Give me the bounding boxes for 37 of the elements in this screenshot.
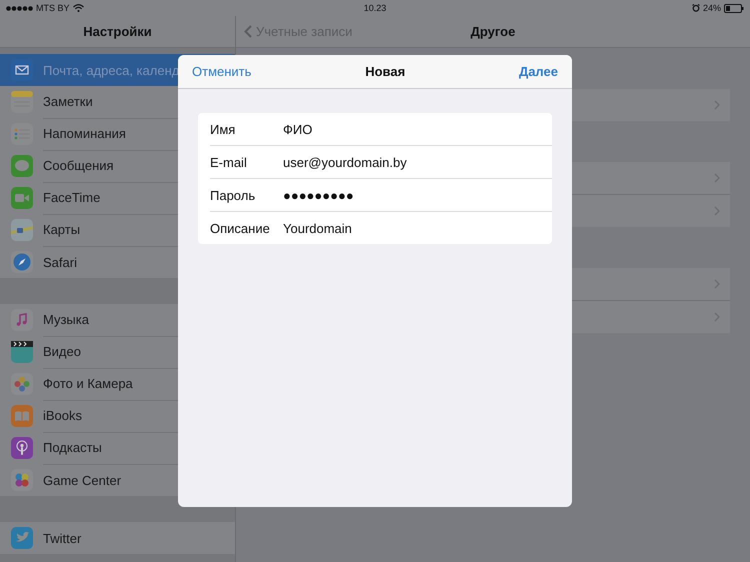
wifi-icon [72, 4, 84, 12]
field-label: Имя [210, 122, 236, 136]
list-icon [11, 123, 33, 145]
bird-icon [11, 527, 33, 549]
clapperboard-icon [11, 341, 33, 363]
settings-item[interactable]: Safari [0, 246, 235, 278]
settings-item[interactable]: Game Center [0, 464, 235, 496]
video-camera-icon [11, 187, 33, 209]
book-icon [11, 405, 33, 427]
notepad-icon [11, 91, 33, 113]
map-icon [11, 219, 33, 241]
speech-bubble-icon [11, 155, 33, 177]
field-label: Описание [210, 220, 271, 236]
input-field[interactable]: user@yourdomain.by [283, 154, 552, 170]
battery-percent: 24% [702, 3, 721, 13]
envelope-icon [11, 59, 33, 81]
field-label: Пароль [210, 188, 256, 202]
clock-time: 10.23 [364, 3, 386, 13]
music-note-icon [11, 309, 33, 331]
dialog-title: Новая [365, 64, 406, 79]
next-button[interactable]: Далее [518, 64, 558, 79]
sidebar-title: Настройки [83, 24, 152, 39]
signal-icon [6, 6, 33, 10]
compass-icon [11, 251, 33, 273]
settings-item[interactable]: Twitter [0, 522, 235, 554]
alarm-icon [692, 4, 700, 12]
input-field[interactable]: ●●●●●●●●● [283, 188, 552, 202]
battery-icon [724, 4, 744, 12]
field-label: E-mail [210, 154, 248, 170]
flower-icon [11, 373, 33, 395]
input-field[interactable]: ФИО [283, 122, 552, 136]
bubbles-icon [11, 469, 33, 491]
microphone-icon [11, 437, 33, 459]
input-field[interactable]: Yourdomain [283, 220, 552, 236]
page-title: Другое [470, 24, 516, 39]
chevron-left-icon [244, 25, 252, 38]
carrier-name: MTS BY [36, 3, 70, 13]
